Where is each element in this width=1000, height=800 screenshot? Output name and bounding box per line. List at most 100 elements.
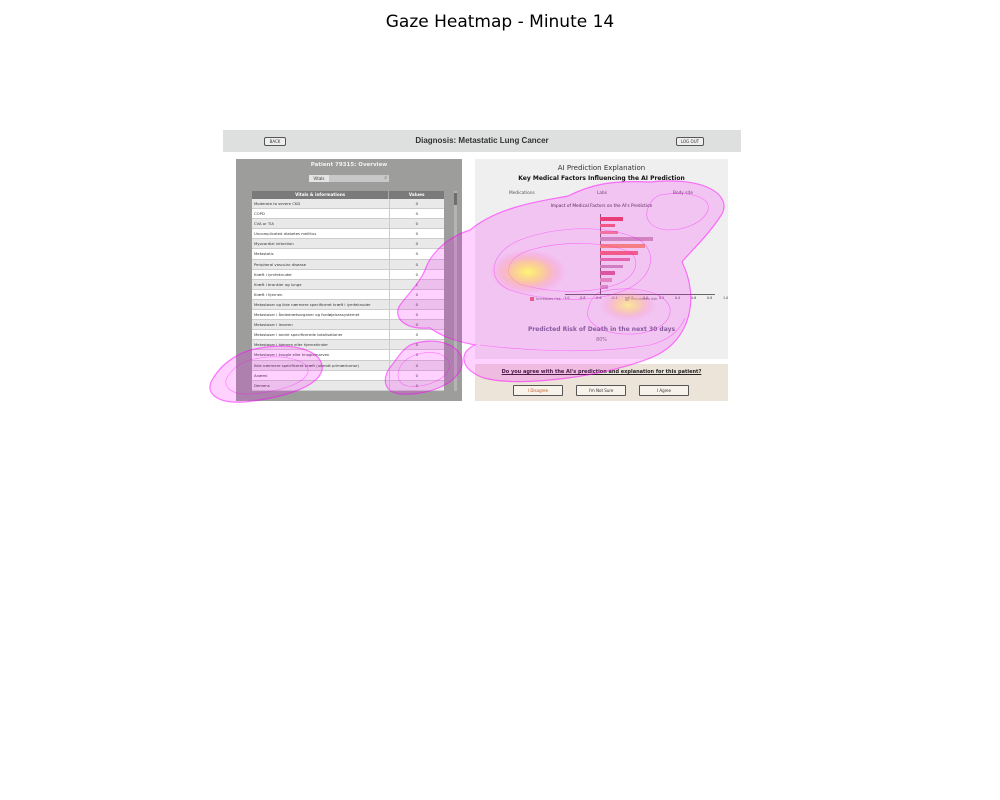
table-row: CVA or TIA 0 bbox=[252, 219, 444, 230]
vital-name: Uncomplicated diabetes mellitus bbox=[252, 229, 390, 239]
chart-bar bbox=[600, 230, 618, 235]
table-row: Peripheral vascular disease 0 bbox=[252, 259, 444, 270]
vital-value: 0 bbox=[415, 221, 418, 227]
factor-tabs: Medications Labs Body site bbox=[495, 191, 715, 197]
table-row: Metastaser i hjernen eller hjernehinder 0 bbox=[252, 340, 444, 351]
vital-name: Metastaser i leveren bbox=[252, 320, 390, 330]
vital-name: Kræft i hjernen bbox=[252, 289, 390, 299]
search-icon[interactable]: ⌕ bbox=[384, 175, 387, 182]
table-row: COPD 0 bbox=[252, 209, 444, 220]
vital-name: Myocardial infarction bbox=[252, 239, 390, 249]
vital-name: Metastaser i hjernen eller hjernehinder bbox=[252, 340, 390, 350]
chart-bar bbox=[600, 251, 638, 255]
vital-name: Ikke nærmere specificeret kræft (ukendt … bbox=[252, 360, 390, 370]
vital-value: 0 bbox=[415, 332, 418, 338]
chart-tick-label: 0.8 bbox=[707, 296, 713, 300]
vital-value: 0 bbox=[415, 382, 418, 388]
chart-bar bbox=[600, 285, 608, 289]
vital-value: 0 bbox=[415, 231, 418, 237]
vitals-tabbar: Vitals ⌕ bbox=[309, 175, 389, 182]
chart-bar bbox=[600, 237, 653, 241]
chart-title: Impact of Medical Factors on the AI's Pr… bbox=[550, 204, 653, 209]
vital-value: 0 bbox=[415, 342, 418, 348]
vital-name: Peripheral vascular disease bbox=[252, 259, 390, 269]
ui-screenshot: BACK Diagnosis: Metastatic Lung Cancer L… bbox=[223, 130, 741, 402]
tab-vitals[interactable]: Vitals bbox=[309, 175, 329, 182]
chart-x-axis bbox=[565, 294, 715, 295]
table-row: Kræft i bronkier og lunge 1 bbox=[252, 279, 444, 290]
legend-decrease: Decreases risk bbox=[625, 297, 657, 301]
vital-name: Metastaser i andre specificerede lokalis… bbox=[252, 330, 390, 340]
risk-label: Predicted Risk of Death in the next 30 d… bbox=[527, 326, 676, 333]
table-row: Ikke nærmere specificeret kræft (ukendt … bbox=[252, 360, 444, 371]
table-row: Metastaser og ikke nærmere specificeret … bbox=[252, 299, 444, 311]
risk-value: 80% bbox=[596, 338, 607, 343]
table-row: Metastaser i andre specificerede lokalis… bbox=[252, 330, 444, 341]
feedback-panel: Do you agree with the AI's prediction an… bbox=[475, 364, 728, 401]
vital-name: Metastaser i knogle eller knoglemarven bbox=[252, 350, 390, 360]
vital-name: Metastatic bbox=[252, 249, 390, 259]
table-row: Metastaser i leveren 0 bbox=[252, 320, 444, 331]
chart-tick-label: -1.0 bbox=[563, 296, 570, 300]
legend-swatch-increase bbox=[530, 297, 534, 301]
column-header-vitals: Vitals & informations bbox=[252, 191, 390, 199]
chart-tick-label: -0.4 bbox=[611, 296, 618, 300]
column-header-values: Values bbox=[408, 192, 425, 197]
table-row: Moderate to severe CKD 0 bbox=[252, 199, 444, 210]
vital-value: 0 bbox=[415, 322, 418, 328]
vital-name: Moderate to severe CKD bbox=[252, 199, 390, 209]
feedback-question: Do you agree with the AI's prediction an… bbox=[501, 369, 702, 375]
table-row: Demens 0 bbox=[252, 380, 444, 391]
vital-name: Kræft i lymfeknuder bbox=[252, 269, 390, 279]
tab-body-site[interactable]: Body site bbox=[673, 191, 693, 196]
vital-value: 0 bbox=[415, 251, 418, 257]
vital-name: Anæmi bbox=[252, 370, 390, 380]
scrollbar-thumb[interactable] bbox=[454, 193, 457, 205]
vital-value: 0 bbox=[415, 312, 418, 318]
table-row: Anæmi 0 bbox=[252, 370, 444, 381]
page-title: Diagnosis: Metastatic Lung Cancer bbox=[415, 136, 549, 145]
ai-explanation-panel: AI Prediction Explanation Key Medical Fa… bbox=[475, 159, 728, 359]
vitals-table: Vitals & informations Values Moderate to… bbox=[252, 191, 444, 391]
chart-tick-label: 0.6 bbox=[691, 296, 697, 300]
table-row: Uncomplicated diabetes mellitus 0 bbox=[252, 229, 444, 240]
logout-button[interactable]: LOG OUT bbox=[676, 137, 704, 146]
chart-tick-label: 1.0 bbox=[723, 296, 729, 300]
legend-label-increase: Increases risk bbox=[536, 297, 561, 301]
explanation-subtitle: Key Medical Factors Influencing the AI P… bbox=[518, 175, 685, 182]
vital-value: 0 bbox=[415, 271, 418, 277]
table-row: Kræft i lymfeknuder 0 bbox=[252, 269, 444, 280]
chart-tick-label: 0.4 bbox=[675, 296, 681, 300]
table-scrollbar[interactable] bbox=[454, 191, 457, 391]
vital-name: Kræft i bronkier og lunge bbox=[252, 279, 390, 289]
vital-value: 1 bbox=[415, 281, 418, 287]
vital-value: 0 bbox=[415, 261, 418, 267]
legend-label-decrease: Decreases risk bbox=[631, 297, 658, 301]
vital-name: COPD bbox=[252, 209, 390, 219]
patient-overview-panel: Patient 79315: Overview Vitals ⌕ Vitals … bbox=[236, 159, 462, 401]
vital-value: 0 bbox=[415, 201, 418, 206]
vital-value: 0 bbox=[415, 362, 418, 368]
disagree-button[interactable]: I Disagree bbox=[513, 385, 563, 396]
chart-tick-label: -0.6 bbox=[595, 296, 602, 300]
chart-bar bbox=[600, 244, 645, 248]
vital-name: CVA or TIA bbox=[252, 219, 390, 229]
vital-value: 0 bbox=[415, 372, 418, 378]
tab-medications[interactable]: Medications bbox=[509, 191, 535, 196]
agree-button[interactable]: I Agree bbox=[639, 385, 689, 396]
patient-title: Patient 79315: Overview bbox=[310, 162, 388, 168]
vital-name: Metastaser i åndedrætsorganer og fordøje… bbox=[252, 310, 390, 320]
table-row: Kræft i hjernen 0 bbox=[252, 289, 444, 300]
vital-value: 0 bbox=[415, 301, 418, 307]
vital-value: 0 bbox=[415, 241, 418, 247]
top-bar: BACK Diagnosis: Metastatic Lung Cancer L… bbox=[223, 130, 741, 152]
chart-bar bbox=[600, 223, 615, 228]
tab-labs[interactable]: Labs bbox=[597, 191, 607, 196]
chart-bar bbox=[600, 217, 623, 221]
chart-bar bbox=[600, 278, 612, 282]
legend-swatch-decrease bbox=[625, 297, 629, 301]
table-row: Myocardial infarction 0 bbox=[252, 239, 444, 250]
table-row: Metastaser i åndedrætsorganer og fordøje… bbox=[252, 310, 444, 321]
table-row: Metastaser i knogle eller knoglemarven 0 bbox=[252, 350, 444, 361]
not-sure-button[interactable]: I'm Not Sure bbox=[576, 385, 626, 396]
